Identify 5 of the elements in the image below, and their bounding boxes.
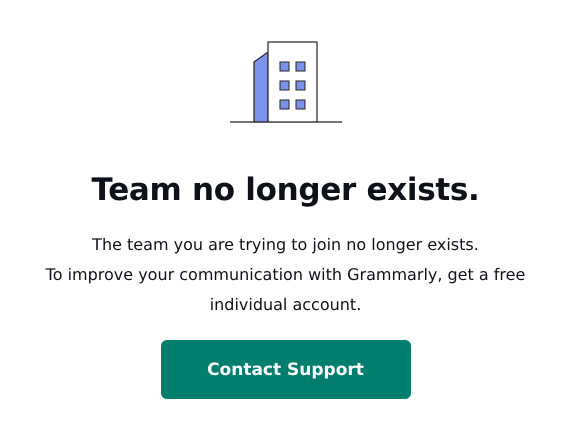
building-icon bbox=[230, 40, 342, 124]
message-text: The team you are trying to join no longer exists. bbox=[91, 234, 480, 256]
message-text: To improve your communication with Grammarly, get a free individual account. bbox=[44, 264, 526, 316]
page-title: Team no longer exists. bbox=[91, 172, 480, 208]
contact-support-button[interactable]: Contact Support bbox=[160, 340, 410, 399]
